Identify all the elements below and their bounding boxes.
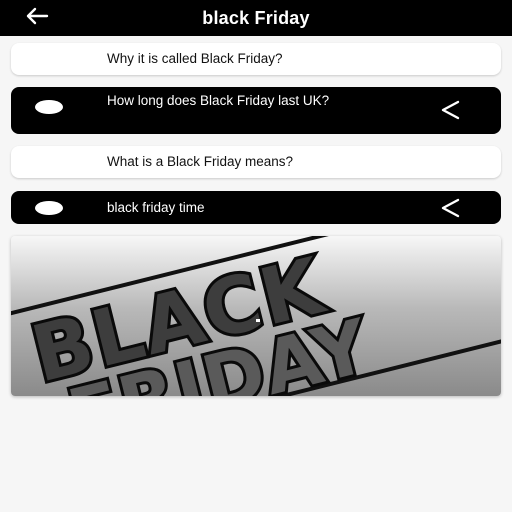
faq-item-what-means[interactable]: What is a Black Friday means? <box>11 146 501 178</box>
bullet-dot-icon <box>35 201 63 215</box>
faq-item-label: black friday time <box>107 200 205 215</box>
chevron-left-icon[interactable] <box>437 97 463 123</box>
faq-item-why-called[interactable]: Why it is called Black Friday? <box>11 43 501 75</box>
app-screen: black Friday Why it is called Black Frid… <box>0 0 512 512</box>
chevron-left-icon[interactable] <box>437 195 463 221</box>
top-app-bar: black Friday <box>0 0 512 36</box>
faq-item-time[interactable]: black friday time <box>11 191 501 224</box>
bullet-dot-icon <box>35 100 63 114</box>
page-title: black Friday <box>202 8 310 28</box>
faq-item-label: How long does Black Friday last UK? <box>107 93 330 108</box>
faq-item-label: Why it is called Black Friday? <box>107 51 283 66</box>
faq-item-label: What is a Black Friday means? <box>107 154 294 169</box>
faq-item-how-long[interactable]: How long does Black Friday last UK? <box>11 87 501 134</box>
black-friday-banner-image: BLACK FRIDAY <box>11 236 501 396</box>
